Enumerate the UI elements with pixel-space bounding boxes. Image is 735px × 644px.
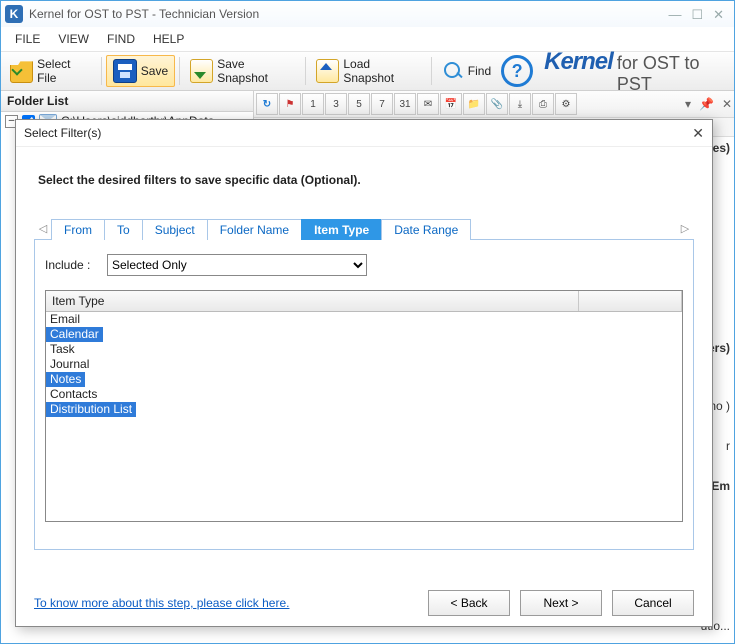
help-link[interactable]: To know more about this step, please cli…	[34, 596, 289, 610]
list-item[interactable]: Task	[46, 342, 79, 356]
include-label: Include :	[45, 258, 99, 272]
dialog-close-icon[interactable]: ✕	[692, 125, 704, 142]
column-item-type[interactable]: Item Type	[46, 291, 579, 311]
tab-date-range[interactable]: Date Range	[381, 219, 471, 240]
window-controls: — ☐ ✕	[668, 8, 730, 21]
folder-list-header: Folder List	[1, 91, 253, 112]
back-button[interactable]: < Back	[428, 590, 510, 616]
save-snapshot-button[interactable]: Save Snapshot	[184, 54, 301, 88]
next-button[interactable]: Next >	[520, 590, 602, 616]
date-filter-5-icon[interactable]: 5	[348, 93, 370, 115]
menu-help[interactable]: HELP	[145, 30, 192, 48]
maximize-button[interactable]: ☐	[691, 8, 703, 21]
load-snapshot-icon	[316, 59, 339, 83]
select-file-label: Select File	[37, 57, 91, 85]
help-icon: ?	[501, 55, 533, 87]
date-filter-7-icon[interactable]: 7	[371, 93, 393, 115]
app-icon	[5, 5, 23, 23]
date-filter-3-icon[interactable]: 3	[325, 93, 347, 115]
list-item[interactable]: Calendar	[46, 327, 103, 342]
folder-list-title: Folder List	[7, 94, 68, 108]
main-toolbar: Select File Save Save Snapshot Load Snap…	[1, 51, 734, 91]
panel-dropdown-icon[interactable]: ▾	[685, 97, 691, 111]
cancel-button[interactable]: Cancel	[612, 590, 694, 616]
date-filter-31-icon[interactable]: 31	[394, 93, 416, 115]
dialog-instruction: Select the desired filters to save speci…	[38, 173, 694, 187]
column-spacer	[579, 291, 682, 311]
settings-icon[interactable]: ⚙	[555, 93, 577, 115]
close-button[interactable]: ✕	[713, 8, 724, 21]
panel-pin-icon[interactable]: 📌	[699, 97, 714, 111]
find-button[interactable]: Find	[436, 57, 497, 85]
attachment-icon[interactable]: 📎	[486, 93, 508, 115]
include-row: Include : Selected Only	[45, 254, 683, 276]
panel-close-icon[interactable]: ✕	[722, 97, 732, 111]
tab-content: Include : Selected Only Item Type EmailC…	[34, 240, 694, 550]
title-bar: Kernel for OST to PST - Technician Versi…	[1, 1, 734, 27]
include-dropdown[interactable]: Selected Only	[107, 254, 367, 276]
menu-find[interactable]: FIND	[99, 30, 143, 48]
tab-subject[interactable]: Subject	[142, 219, 208, 240]
toolbar-separator	[101, 57, 102, 85]
tab-scroll-right-icon[interactable]: ▷	[676, 222, 694, 235]
window-title: Kernel for OST to PST - Technician Versi…	[29, 7, 259, 21]
print-icon[interactable]: ⎙	[532, 93, 554, 115]
mail-icon[interactable]: ✉	[417, 93, 439, 115]
filter-tabstrip: ◁ From To Subject Folder Name Item Type …	[34, 217, 694, 240]
select-filters-dialog: Select Filter(s) ✕ Select the desired fi…	[15, 119, 713, 627]
grid-toolbar: ↻ ⚑ 1 3 5 7 31 ✉ 📅 📁 📎 ⤓ ⎙ ⚙ ▾ 📌 ✕	[254, 91, 734, 118]
select-file-button[interactable]: Select File	[4, 54, 97, 88]
save-icon	[113, 59, 137, 83]
list-item[interactable]: Contacts	[46, 387, 101, 401]
folder-open-icon	[10, 59, 33, 83]
help-brand-button[interactable]: ?	[499, 52, 539, 90]
toolbar-separator	[431, 57, 432, 85]
brand-logo: Kernel for OST to PST	[544, 48, 732, 95]
list-item[interactable]: Distribution List	[46, 402, 136, 417]
list-item[interactable]: Journal	[46, 357, 93, 371]
brand-suffix: for OST to PST	[617, 53, 732, 95]
folder-icon[interactable]: 📁	[463, 93, 485, 115]
tab-folder-name[interactable]: Folder Name	[207, 219, 302, 240]
find-label: Find	[468, 64, 491, 78]
save-snapshot-icon	[190, 59, 213, 83]
flag-icon[interactable]: ⚑	[279, 93, 301, 115]
find-icon	[442, 60, 464, 82]
save-label: Save	[141, 64, 168, 78]
menu-view[interactable]: VIEW	[50, 30, 97, 48]
toolbar-separator	[305, 57, 306, 85]
item-type-list[interactable]: Item Type EmailCalendarTaskJournalNotesC…	[45, 290, 683, 522]
menu-file[interactable]: FILE	[7, 30, 48, 48]
load-snapshot-button[interactable]: Load Snapshot	[310, 54, 427, 88]
save-snapshot-label: Save Snapshot	[217, 57, 295, 85]
list-item[interactable]: Email	[46, 312, 84, 326]
refresh-icon[interactable]: ↻	[256, 93, 278, 115]
save-button[interactable]: Save	[106, 55, 175, 87]
dialog-footer: To know more about this step, please cli…	[34, 590, 694, 616]
list-header: Item Type	[46, 291, 682, 312]
tab-item-type[interactable]: Item Type	[301, 219, 382, 240]
dialog-title: Select Filter(s)	[24, 126, 101, 140]
brand-name: Kernel	[544, 48, 613, 76]
tab-scroll-left-icon[interactable]: ◁	[34, 222, 52, 235]
minimize-button[interactable]: —	[668, 8, 681, 21]
toolbar-separator	[179, 57, 180, 85]
tab-from[interactable]: From	[51, 219, 105, 240]
calendar-icon[interactable]: 📅	[440, 93, 462, 115]
date-filter-1-icon[interactable]: 1	[302, 93, 324, 115]
dialog-title-bar: Select Filter(s) ✕	[16, 120, 712, 147]
tab-to[interactable]: To	[104, 219, 143, 240]
load-snapshot-label: Load Snapshot	[343, 57, 420, 85]
list-item[interactable]: Notes	[46, 372, 85, 387]
export-icon[interactable]: ⤓	[509, 93, 531, 115]
